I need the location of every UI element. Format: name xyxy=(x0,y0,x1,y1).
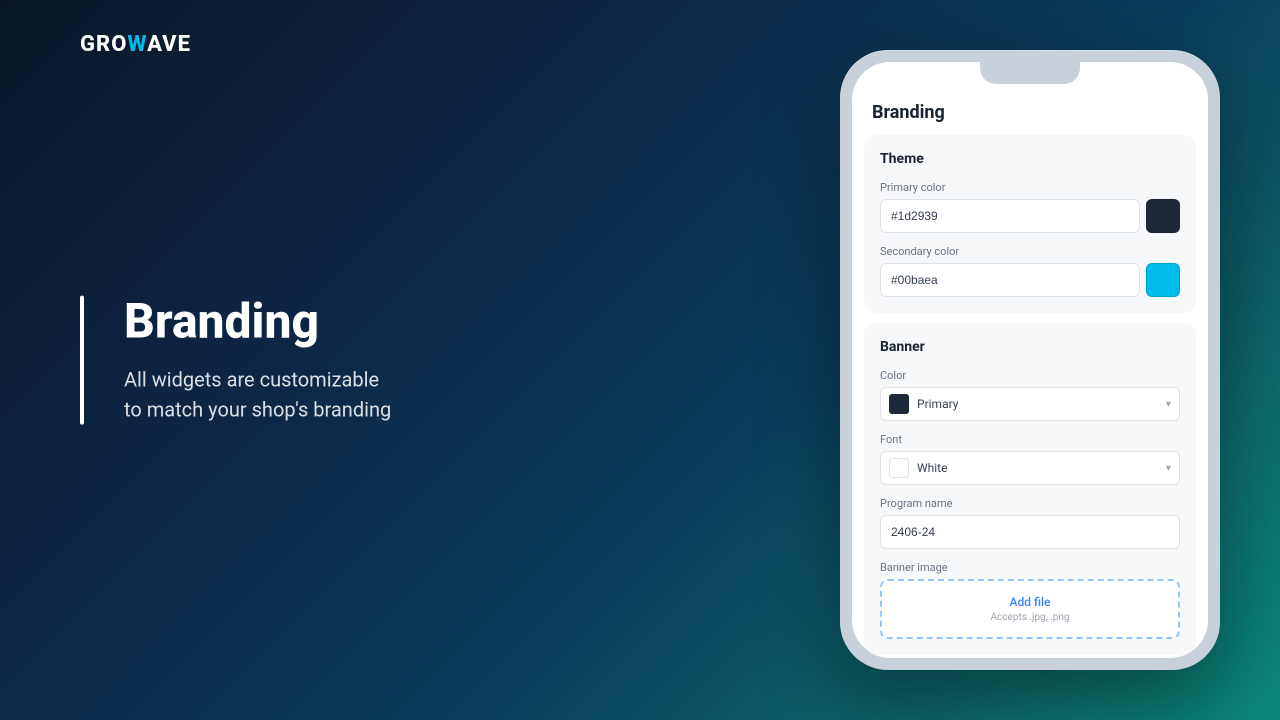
banner-font-chevron-icon: ▾ xyxy=(1166,463,1171,474)
banner-image-group: Banner image Add file Accepts .jpg, .png xyxy=(880,561,1180,639)
banner-font-value: White xyxy=(917,461,947,475)
banner-card: Banner Color Primary ▾ xyxy=(864,323,1196,655)
banner-color-group: Color Primary ▾ xyxy=(880,369,1180,421)
secondary-color-group: Secondary color xyxy=(880,245,1180,297)
logo-wave: W xyxy=(127,32,147,57)
banner-color-label: Color xyxy=(880,369,1180,382)
theme-card: Theme Primary color Secondary color xyxy=(864,135,1196,313)
left-title: Branding xyxy=(124,296,391,349)
phone-inner: Branding Theme Primary color xyxy=(852,62,1208,658)
secondary-color-input[interactable] xyxy=(880,263,1140,297)
primary-color-input[interactable] xyxy=(880,199,1140,233)
primary-color-group: Primary color xyxy=(880,181,1180,233)
left-subtitle: All widgets are customizableto match you… xyxy=(124,364,391,424)
upload-hint: Accepts .jpg, .png xyxy=(896,612,1164,623)
banner-font-label: Font xyxy=(880,433,1180,446)
secondary-color-row xyxy=(880,263,1180,297)
banner-color-swatch xyxy=(889,394,909,414)
banner-color-value: Primary xyxy=(917,397,958,411)
banner-image-label: Banner image xyxy=(880,561,1180,574)
phone-mockup: Branding Theme Primary color xyxy=(840,50,1220,670)
phone-outer: Branding Theme Primary color xyxy=(840,50,1220,670)
banner-color-select-inner: Primary xyxy=(889,394,958,414)
program-name-group: Program name xyxy=(880,497,1180,549)
banner-color-chevron-icon: ▾ xyxy=(1166,399,1171,410)
banner-font-group: Font White ▾ xyxy=(880,433,1180,485)
page-title: Branding xyxy=(852,92,1208,135)
logo-prefix: GRO xyxy=(80,32,127,57)
logo: GROWAVE xyxy=(80,32,191,57)
program-name-input[interactable] xyxy=(880,515,1180,549)
secondary-color-label: Secondary color xyxy=(880,245,1180,258)
primary-color-swatch[interactable] xyxy=(1146,199,1180,233)
upload-link[interactable]: Add file xyxy=(896,595,1164,609)
banner-color-select[interactable]: Primary ▾ xyxy=(880,387,1180,421)
logo-suffix: AVE xyxy=(147,32,191,57)
left-divider xyxy=(80,296,84,425)
phone-content: Branding Theme Primary color xyxy=(852,62,1208,658)
primary-color-row xyxy=(880,199,1180,233)
banner-font-swatch xyxy=(889,458,909,478)
phone-notch xyxy=(980,62,1080,84)
program-name-label: Program name xyxy=(880,497,1180,510)
theme-title: Theme xyxy=(880,151,1180,167)
primary-color-label: Primary color xyxy=(880,181,1180,194)
banner-title: Banner xyxy=(880,339,1180,355)
secondary-color-swatch[interactable] xyxy=(1146,263,1180,297)
banner-font-select[interactable]: White ▾ xyxy=(880,451,1180,485)
banner-font-select-inner: White xyxy=(889,458,947,478)
left-content: Branding All widgets are customizableto … xyxy=(80,296,391,425)
banner-image-upload[interactable]: Add file Accepts .jpg, .png xyxy=(880,579,1180,639)
